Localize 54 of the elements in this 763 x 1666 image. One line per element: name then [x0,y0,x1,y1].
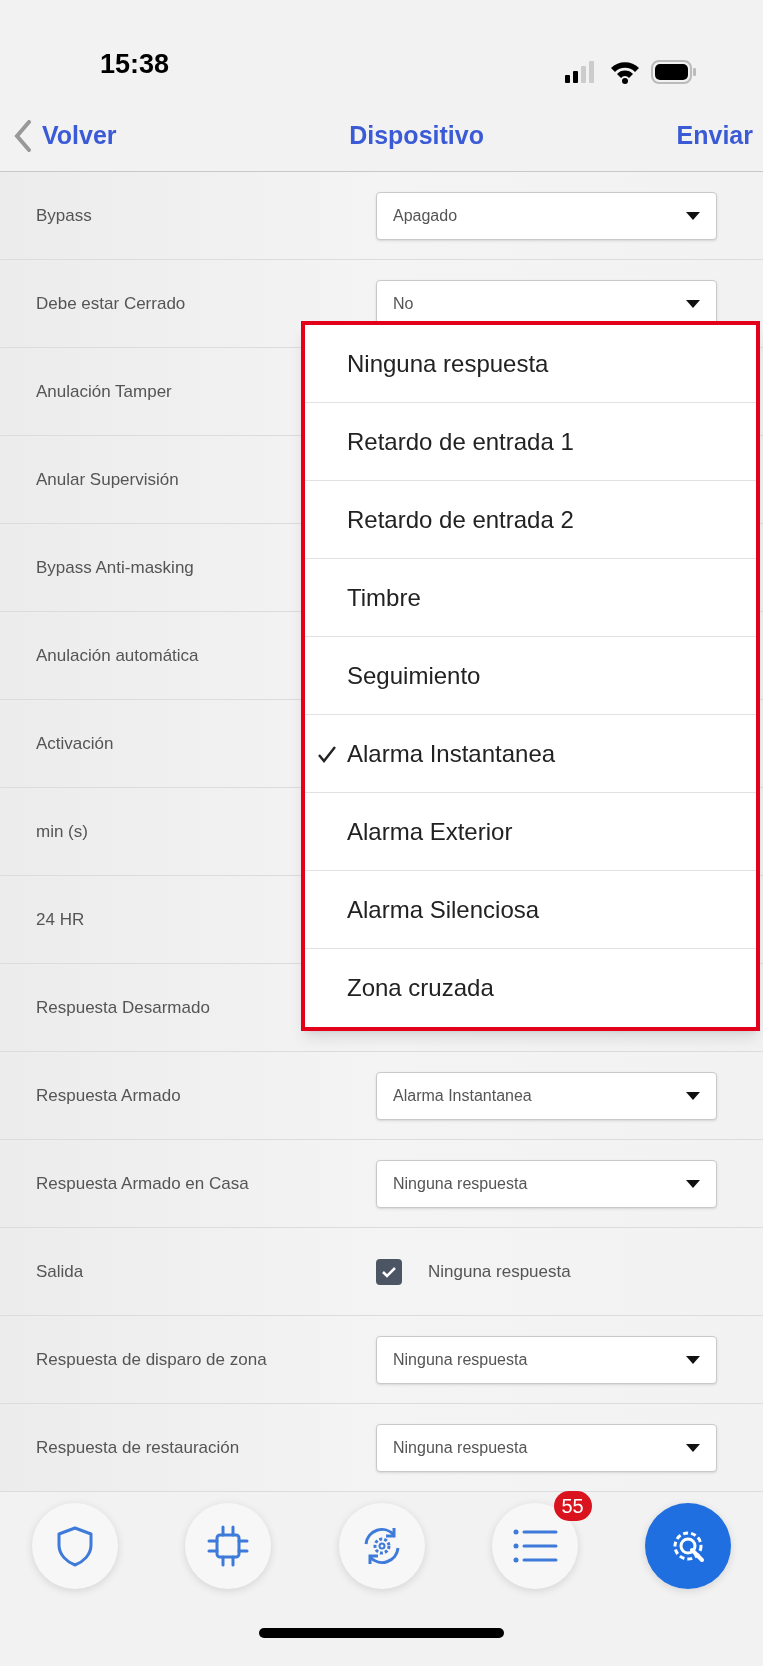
field-label: Respuesta Armado en Casa [36,1172,250,1195]
field-label: Respuesta de restauración [36,1436,241,1459]
chevron-left-icon [14,119,32,152]
tab-button[interactable] [338,1503,425,1589]
caret-down-icon [686,1179,700,1188]
checkmark-icon [317,744,337,763]
field-label: Debe estar Cerrado [36,292,187,315]
dropdown-select[interactable]: Ninguna respuesta [376,1159,717,1208]
chip-icon [206,1524,251,1568]
count-badge: 55 [553,1491,592,1521]
dropdown-select[interactable]: Ninguna respuesta [376,1423,717,1472]
list-icon [511,1527,558,1565]
caret-down-icon [686,299,700,308]
tab-button[interactable] [185,1503,272,1589]
field-label: Anulación automática [36,644,200,667]
field-label: Anulación Tamper [36,380,173,403]
caret-down-icon [686,1355,700,1364]
dropdown-select[interactable]: Apagado [376,191,717,240]
checkbox[interactable] [376,1258,402,1285]
field-label: Bypass Anti-masking [36,556,195,579]
shield-icon [55,1525,95,1567]
caret-down-icon [686,211,700,220]
menu-option[interactable]: Zona cruzada [305,949,756,1027]
caret-down-icon [686,1091,700,1100]
field-label: Salida [36,1260,85,1283]
menu-option[interactable]: Retardo de entrada 1 [305,403,756,481]
field-label: 24 HR [36,908,86,931]
checkbox-label: Ninguna respuesta [428,1260,571,1283]
send-button[interactable]: Enviar [676,116,753,155]
checkmark-icon [381,1265,397,1278]
menu-option[interactable]: Seguimiento [305,637,756,715]
tab-button[interactable] [32,1503,118,1589]
menu-option[interactable]: Ninguna respuesta [305,325,756,403]
wifi-icon [609,60,641,84]
menu-option[interactable]: Alarma Exterior [305,793,756,871]
field-label: Respuesta de disparo de zona [36,1348,268,1371]
menu-option[interactable]: Alarma Instantanea [305,715,756,793]
caret-down-icon [686,1443,700,1452]
field-label: Respuesta Armado [36,1084,182,1107]
menu-option[interactable]: Retardo de entrada 2 [305,481,756,559]
status-time: 15:38 [100,47,170,81]
menu-option[interactable]: Alarma Silenciosa [305,871,756,949]
field-label: Activación [36,732,115,755]
field-label: min (s) [36,820,89,843]
tab-button[interactable] [645,1503,731,1589]
dropdown-select[interactable]: Alarma Instantanea [376,1071,717,1120]
field-label: Bypass [36,204,93,227]
field-label: Respuesta Desarmado [36,996,211,1019]
menu-option[interactable]: Timbre [305,559,756,637]
back-button[interactable]: Volver [14,116,117,155]
battery-icon [651,60,697,84]
dropdown-select[interactable]: Ninguna respuesta [376,1335,717,1384]
field-label: Anular Supervisión [36,468,180,491]
page-title: Dispositivo [349,119,484,151]
